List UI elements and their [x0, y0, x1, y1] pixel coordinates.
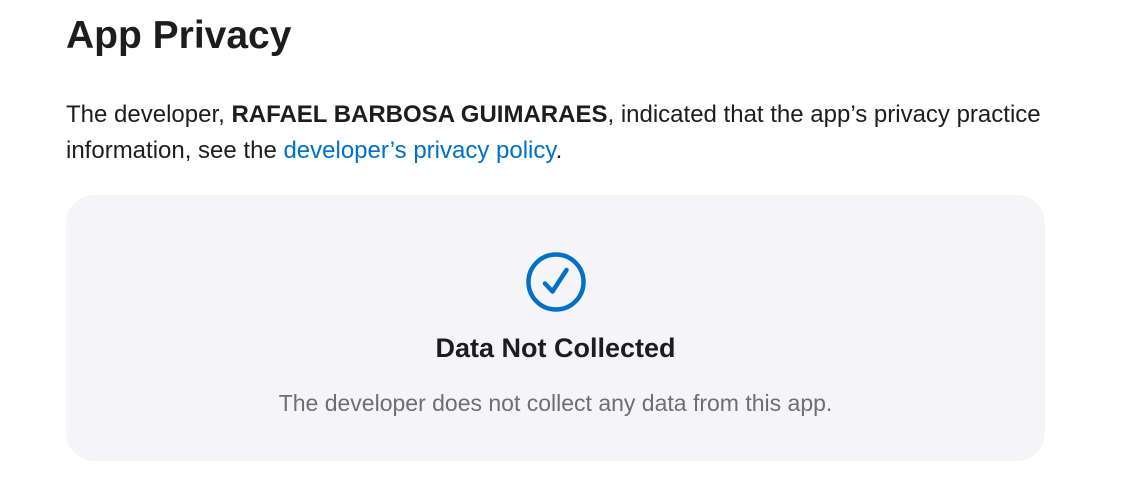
intro-line2-suffix: . [555, 137, 563, 164]
page-title: App Privacy [66, 14, 292, 57]
privacy-policy-link[interactable]: developer’s privacy policy [283, 137, 555, 164]
checkmark-circle-icon [526, 252, 586, 312]
privacy-intro-text: The developer, RAFAEL BARBOSA GUIMARAES,… [66, 97, 1142, 169]
intro-middle: , indicated that the app’s privacy pract… [607, 101, 1041, 128]
intro-prefix: The developer, [66, 101, 232, 128]
privacy-intro-line-2: information, see the developer’s privacy… [66, 133, 1142, 169]
card-title: Data Not Collected [435, 333, 676, 363]
data-not-collected-card: Data Not Collected The developer does no… [66, 195, 1045, 461]
intro-line2-prefix: information, see the [66, 137, 284, 164]
developer-name: RAFAEL BARBOSA GUIMARAES [231, 101, 608, 128]
privacy-intro-line-1: The developer, RAFAEL BARBOSA GUIMARAES,… [66, 97, 1142, 133]
card-description: The developer does not collect any data … [278, 390, 833, 416]
app-privacy-section: App Privacy The developer, RAFAEL BARBOS… [66, 0, 1142, 494]
